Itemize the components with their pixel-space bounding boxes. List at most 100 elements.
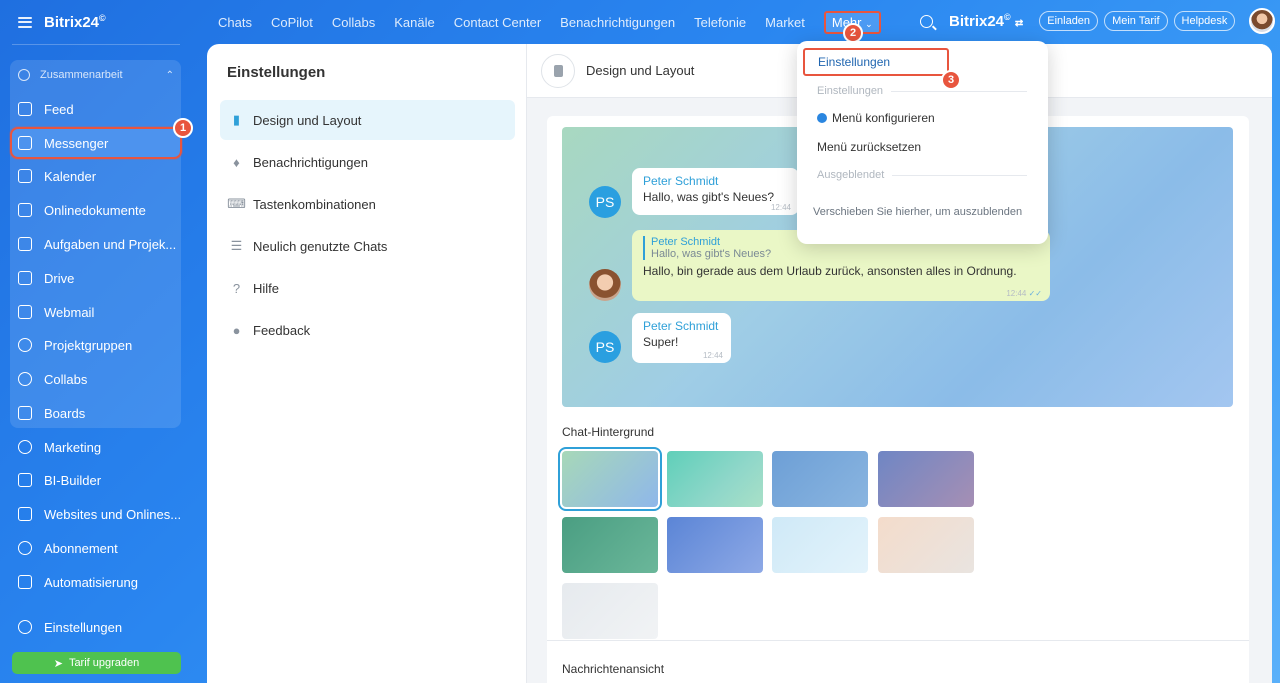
topnav-kanaele[interactable]: Kanäle [394, 15, 434, 30]
background-swatch[interactable] [878, 451, 974, 507]
topnav-telefonie[interactable]: Telefonie [694, 15, 746, 30]
settings-menu: Einstellungen ▮ Design und Layout ♦ Benach… [207, 44, 527, 683]
settings-item-help[interactable]: ? Hilfe [220, 268, 515, 308]
dropdown-item-settings[interactable]: Einstellungen [803, 48, 949, 76]
sidebar-item-marketing[interactable]: Marketing [12, 433, 180, 461]
sidebar-item-collabs[interactable]: Collabs [12, 365, 180, 393]
collabs-icon [18, 372, 32, 386]
user-avatar[interactable] [1249, 8, 1276, 34]
background-swatch[interactable] [878, 517, 974, 573]
bell-icon: ♦ [233, 154, 240, 170]
gear-icon [817, 113, 827, 123]
settings-item-notifications[interactable]: ♦ Benachrichtigungen [220, 142, 515, 182]
background-swatch[interactable] [562, 517, 658, 573]
search-icon[interactable] [920, 14, 933, 28]
gear-icon [18, 620, 32, 634]
chat-message: Peter Schmidt Hallo, was gibt's Neues? 1… [632, 168, 799, 215]
avatar: PS [589, 331, 621, 363]
sidebar-item-aufgaben[interactable]: Aufgaben und Projek... [12, 230, 180, 258]
sidebar-item-abonnement[interactable]: Abonnement [12, 534, 180, 562]
calendar-icon [18, 169, 32, 183]
sidebar-item-kalender[interactable]: Kalender [12, 162, 180, 190]
group-icon [18, 69, 30, 81]
sidebar: Bitrix24© Zusammenarbeit ⌃ Feed Messenge… [0, 0, 200, 683]
menu-icon[interactable] [18, 16, 32, 28]
chevron-down-icon: ⌄ [865, 18, 873, 29]
sidebar-item-automatisierung[interactable]: Automatisierung [12, 568, 180, 596]
background-section-title: Chat-Hintergrund [562, 425, 655, 439]
top-right-tools: Bitrix24© ⇄ Einladen Mein Tarif Helpdesk [920, 8, 1276, 34]
settings-item-recent-chats[interactable]: ☰ Neulich genutzte Chats [220, 226, 515, 266]
drive-icon [18, 271, 32, 285]
topnav-collabs[interactable]: Collabs [332, 15, 375, 30]
sidebar-group-header[interactable]: Zusammenarbeit ⌃ [18, 66, 174, 84]
avatar [589, 269, 621, 301]
sidebar-item-einstellungen[interactable]: Einstellungen [12, 613, 180, 641]
dropdown-section-settings: Einstellungen [817, 84, 1027, 98]
keyboard-icon: ⌨ [227, 196, 246, 211]
topnav-contact-center[interactable]: Contact Center [454, 15, 541, 30]
sidebar-item-projektgruppen[interactable]: Projektgruppen [12, 331, 180, 359]
background-swatch[interactable] [558, 447, 662, 511]
dropdown-item-configure[interactable]: Menü konfigurieren [797, 104, 1048, 132]
upgrade-tariff-button[interactable]: ➤ Tarif upgraden [12, 652, 181, 674]
bi-builder-icon [18, 473, 32, 487]
chat-message: Peter Schmidt Super! 12:44 [632, 313, 731, 363]
list-icon: ☰ [230, 238, 243, 253]
topnav-chats[interactable]: Chats [218, 15, 252, 30]
cart-icon [18, 507, 32, 521]
settings-item-design[interactable]: ▮ Design und Layout [220, 100, 515, 140]
step-badge-3: 3 [941, 70, 961, 90]
brand-logo[interactable]: Bitrix24© [44, 13, 106, 31]
topnav-market[interactable]: Market [765, 15, 805, 30]
topnav-benachrichtigungen[interactable]: Benachrichtigungen [560, 15, 675, 30]
sidebar-item-bi-builder[interactable]: BI-Builder [12, 466, 180, 494]
step-badge-2: 2 [843, 23, 863, 43]
more-dropdown-menu: Einstellungen Einstellungen Menü konfigu… [797, 41, 1048, 244]
feed-icon [18, 102, 32, 116]
sidebar-divider [12, 44, 180, 45]
top-navigation: Chats CoPilot Collabs Kanäle Contact Cen… [218, 10, 881, 34]
document-icon [18, 203, 32, 217]
subscription-icon [18, 541, 32, 555]
background-swatch[interactable] [667, 451, 763, 507]
design-title: Design und Layout [586, 63, 695, 78]
tasks-icon [18, 237, 32, 251]
message-view-section-title: Nachrichtenansicht [562, 662, 665, 676]
helpdesk-button[interactable]: Helpdesk [1173, 11, 1236, 31]
settings-item-shortcuts[interactable]: ⌨ Tastenkombinationen [220, 184, 515, 224]
dropdown-section-hidden: Ausgeblendet [817, 168, 1027, 182]
step-badge-1: 1 [173, 118, 193, 138]
settings-item-feedback[interactable]: ● Feedback [220, 310, 515, 350]
background-swatch[interactable] [562, 583, 658, 639]
sidebar-item-websites[interactable]: Websites und Onlines... [12, 500, 180, 528]
my-plan-button[interactable]: Mein Tarif [1104, 11, 1168, 31]
feedback-icon: ● [232, 322, 241, 338]
settings-title: Einstellungen [227, 64, 326, 81]
sidebar-item-webmail[interactable]: Webmail [12, 298, 180, 326]
sidebar-item-feed[interactable]: Feed [12, 95, 180, 123]
sidebar-item-messenger[interactable]: Messenger [10, 127, 182, 159]
messenger-icon [18, 136, 32, 150]
chevron-up-icon[interactable]: ⌃ [166, 70, 174, 81]
invite-button[interactable]: Einladen [1039, 11, 1099, 31]
double-check-icon: ✓✓ [1028, 289, 1042, 298]
background-swatch[interactable] [772, 451, 868, 507]
background-swatch[interactable] [667, 517, 763, 573]
sidebar-group-label: Zusammenarbeit [40, 69, 123, 81]
sidebar-item-drive[interactable]: Drive [12, 264, 180, 292]
brand-logo-top[interactable]: Bitrix24© ⇄ [949, 12, 1023, 30]
avatar: PS [589, 186, 621, 218]
settings-window: Einstellungen ▮ Design und Layout ♦ Benach… [207, 44, 1272, 683]
dropdown-item-reset[interactable]: Menü zurücksetzen [797, 133, 1048, 161]
divider [547, 640, 1249, 641]
sidebar-item-boards[interactable]: Boards [12, 399, 180, 427]
topnav-copilot[interactable]: CoPilot [271, 15, 313, 30]
boards-icon [18, 406, 32, 420]
sidebar-item-onlinedokumente[interactable]: Onlinedokumente [12, 196, 180, 224]
mail-icon [18, 305, 32, 319]
background-swatch[interactable] [772, 517, 868, 573]
brush-icon [541, 53, 575, 88]
message-time: 12:44 ✓✓ [1006, 289, 1042, 298]
dropdown-hidden-hint: Verschieben Sie hierher, um auszublenden [813, 206, 1023, 218]
